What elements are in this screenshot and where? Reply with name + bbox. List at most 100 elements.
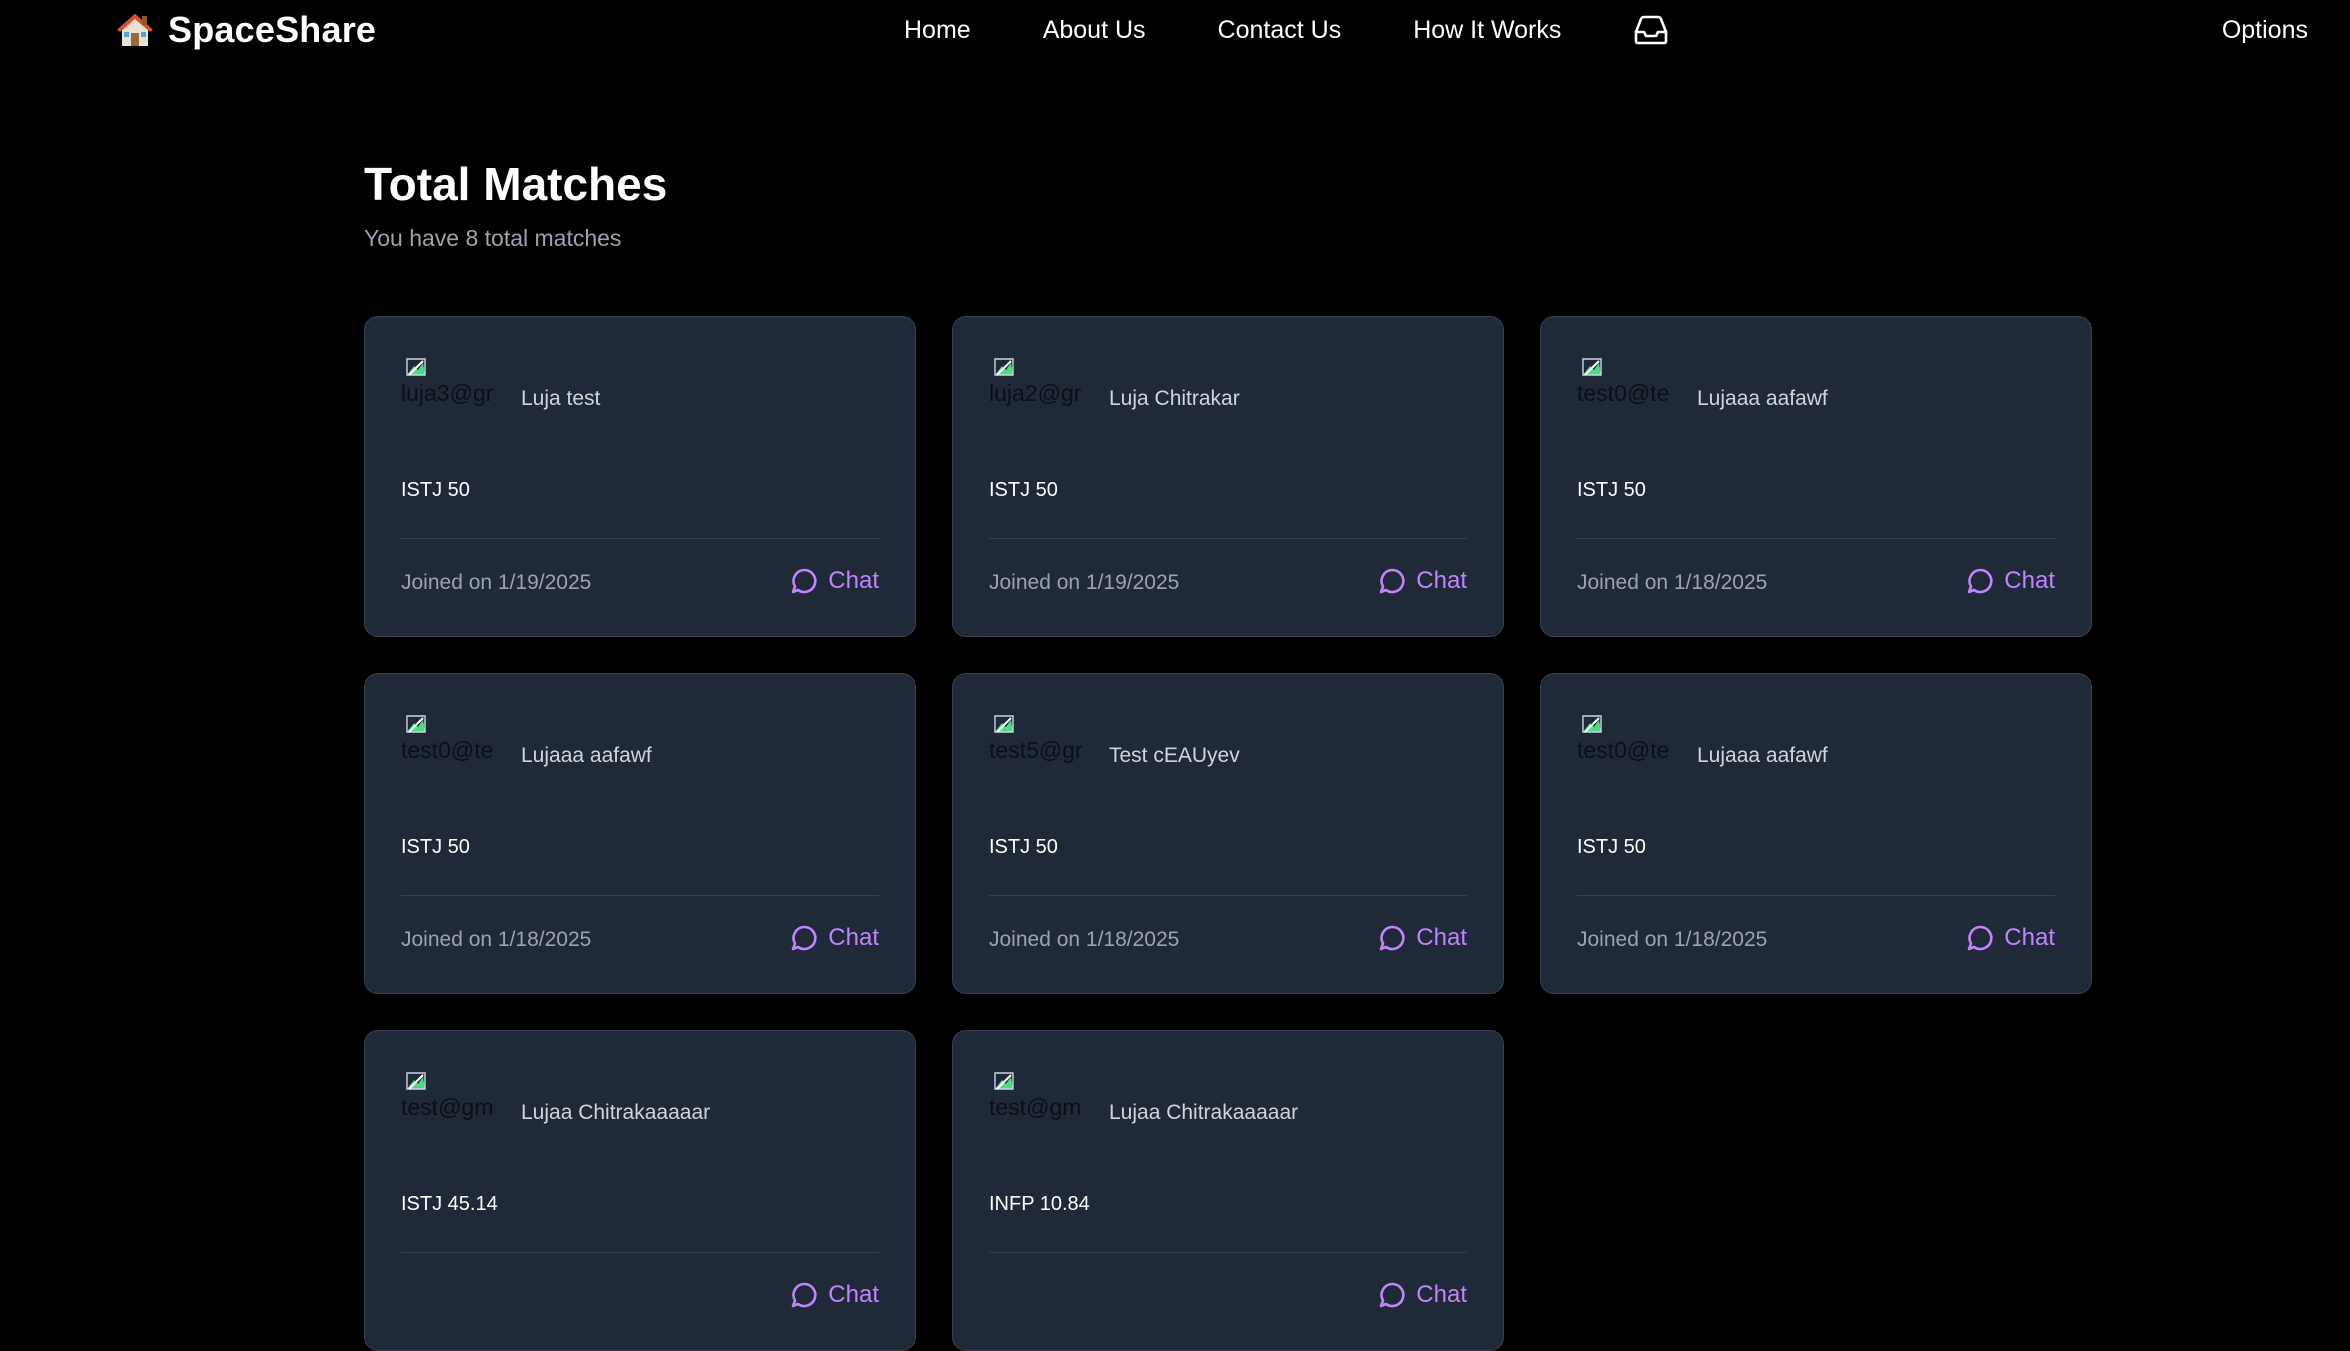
match-mbti-score: ISTJ 50 (1577, 836, 1646, 858)
chat-bubble-icon (1379, 925, 1405, 951)
avatar: test0@te (1577, 357, 1677, 417)
match-mbti-score: INFP 10.84 (989, 1193, 1090, 1215)
match-mbti-score: ISTJ 45.14 (401, 1193, 498, 1215)
options-menu-button[interactable]: Options (2222, 0, 2308, 60)
inbox-icon (1635, 15, 1668, 45)
inbox-button[interactable] (1631, 10, 1671, 50)
match-name: Lujaaa aafawf (1697, 387, 1828, 410)
chat-button[interactable]: Chat (1378, 565, 1467, 597)
chat-bubble-icon (1379, 1282, 1405, 1308)
chat-button[interactable]: Chat (1966, 565, 2055, 597)
match-card: test5@gr Test cEAUyev ISTJ 50 Joined on … (952, 673, 1504, 994)
chat-button-label: Chat (828, 1281, 879, 1308)
chat-button-label: Chat (2004, 567, 2055, 594)
avatar-alt-text: luja3@gr (401, 380, 494, 406)
match-card-header: test5@gr Test cEAUyev (989, 714, 1240, 774)
nav-home[interactable]: Home (904, 16, 971, 45)
chat-button[interactable]: Chat (790, 1279, 879, 1311)
avatar-alt-text: test5@gr (989, 737, 1083, 763)
brand-name: SpaceShare (168, 9, 377, 50)
main-nav: Home About Us Contact Us How It Works (904, 0, 1671, 60)
chat-button[interactable]: Chat (1378, 922, 1467, 954)
broken-image-icon (406, 1072, 426, 1090)
match-card-header: test0@te Lujaaa aafawf (1577, 714, 1828, 774)
match-card-header: luja3@gr Luja test (401, 357, 600, 417)
match-card-header: test@gm Lujaa Chitrakaaaaar (989, 1071, 1298, 1131)
match-name: Lujaaa aafawf (1697, 744, 1828, 767)
match-name: Test cEAUyev (1109, 744, 1240, 767)
match-mbti-score: ISTJ 50 (1577, 479, 1646, 501)
avatar-alt-text: test@gm (989, 1094, 1082, 1120)
chat-bubble-icon (1967, 925, 1993, 951)
chat-button-label: Chat (828, 924, 879, 951)
match-joined-date: Joined on 1/18/2025 (401, 928, 592, 951)
match-card-header: luja2@gr Luja Chitrakar (989, 357, 1240, 417)
chat-button[interactable]: Chat (1966, 922, 2055, 954)
card-divider (401, 1252, 879, 1253)
match-name: Lujaaa aafawf (521, 744, 652, 767)
brand-logo-link[interactable]: SpaceShare (116, 8, 376, 52)
chat-bubble-icon (1967, 568, 1993, 594)
match-card-header: test0@te Lujaaa aafawf (401, 714, 652, 774)
chat-button[interactable]: Chat (790, 565, 879, 597)
broken-image-icon (1582, 358, 1602, 376)
match-card-header: test@gm Lujaa Chitrakaaaaar (401, 1071, 710, 1131)
card-divider (989, 1252, 1467, 1253)
chat-bubble-icon (791, 568, 817, 594)
chat-button[interactable]: Chat (1378, 1279, 1467, 1311)
chat-bubble-icon (791, 1282, 817, 1308)
card-divider (989, 895, 1467, 896)
chat-button[interactable]: Chat (790, 922, 879, 954)
card-divider (1577, 538, 2055, 539)
match-mbti-score: ISTJ 50 (401, 479, 470, 501)
avatar-alt-text: luja2@gr (989, 380, 1082, 406)
broken-image-icon (994, 1072, 1014, 1090)
page-subtitle: You have 8 total matches (364, 225, 622, 251)
match-card: test0@te Lujaaa aafawf ISTJ 50 Joined on… (364, 673, 916, 994)
match-joined-date: Joined on 1/18/2025 (1577, 571, 1768, 594)
match-card-header: test0@te Lujaaa aafawf (1577, 357, 1828, 417)
broken-image-icon (406, 358, 426, 376)
card-divider (401, 538, 879, 539)
chat-button-label: Chat (828, 567, 879, 594)
house-icon (117, 14, 153, 46)
avatar: test0@te (1577, 714, 1677, 774)
broken-image-icon (994, 715, 1014, 733)
top-navbar: SpaceShare Home About Us Contact Us How … (0, 0, 2350, 60)
nav-contact-us[interactable]: Contact Us (1218, 16, 1342, 45)
avatar: test@gm (401, 1071, 501, 1131)
card-divider (989, 538, 1467, 539)
match-joined-date: Joined on 1/19/2025 (989, 571, 1180, 594)
match-name: Lujaa Chitrakaaaaar (521, 1101, 711, 1124)
chat-bubble-icon (791, 925, 817, 951)
chat-button-label: Chat (1416, 924, 1467, 951)
match-mbti-score: ISTJ 50 (401, 836, 470, 858)
avatar: luja2@gr (989, 357, 1089, 417)
matches-page: Total Matches You have 8 total matches l… (364, 150, 2092, 1351)
chat-button-label: Chat (2004, 924, 2055, 951)
match-name: Lujaa Chitrakaaaaar (1109, 1101, 1299, 1124)
match-card: test@gm Lujaa Chitrakaaaaar INFP 10.84 C… (952, 1030, 1504, 1351)
chat-bubble-icon (1379, 568, 1405, 594)
nav-how-it-works[interactable]: How It Works (1413, 16, 1561, 45)
avatar: luja3@gr (401, 357, 501, 417)
avatar-alt-text: test0@te (1577, 737, 1670, 763)
matches-grid: luja3@gr Luja test ISTJ 50 Joined on 1/1… (364, 316, 2092, 1351)
match-mbti-score: ISTJ 50 (989, 836, 1058, 858)
card-divider (1577, 895, 2055, 896)
match-card: test0@te Lujaaa aafawf ISTJ 50 Joined on… (1540, 673, 2092, 994)
avatar: test5@gr (989, 714, 1089, 774)
match-mbti-score: ISTJ 50 (989, 479, 1058, 501)
match-card: luja3@gr Luja test ISTJ 50 Joined on 1/1… (364, 316, 916, 637)
avatar-alt-text: test0@te (1577, 380, 1670, 406)
broken-image-icon (994, 358, 1014, 376)
broken-image-icon (1582, 715, 1602, 733)
match-joined-date: Joined on 1/18/2025 (989, 928, 1180, 951)
broken-image-icon (406, 715, 426, 733)
page-title: Total Matches (364, 158, 668, 210)
match-card: luja2@gr Luja Chitrakar ISTJ 50 Joined o… (952, 316, 1504, 637)
nav-about-us[interactable]: About Us (1043, 16, 1146, 45)
match-joined-date: Joined on 1/18/2025 (1577, 928, 1768, 951)
match-card: test@gm Lujaa Chitrakaaaaar ISTJ 45.14 C… (364, 1030, 916, 1351)
chat-button-label: Chat (1416, 1281, 1467, 1308)
